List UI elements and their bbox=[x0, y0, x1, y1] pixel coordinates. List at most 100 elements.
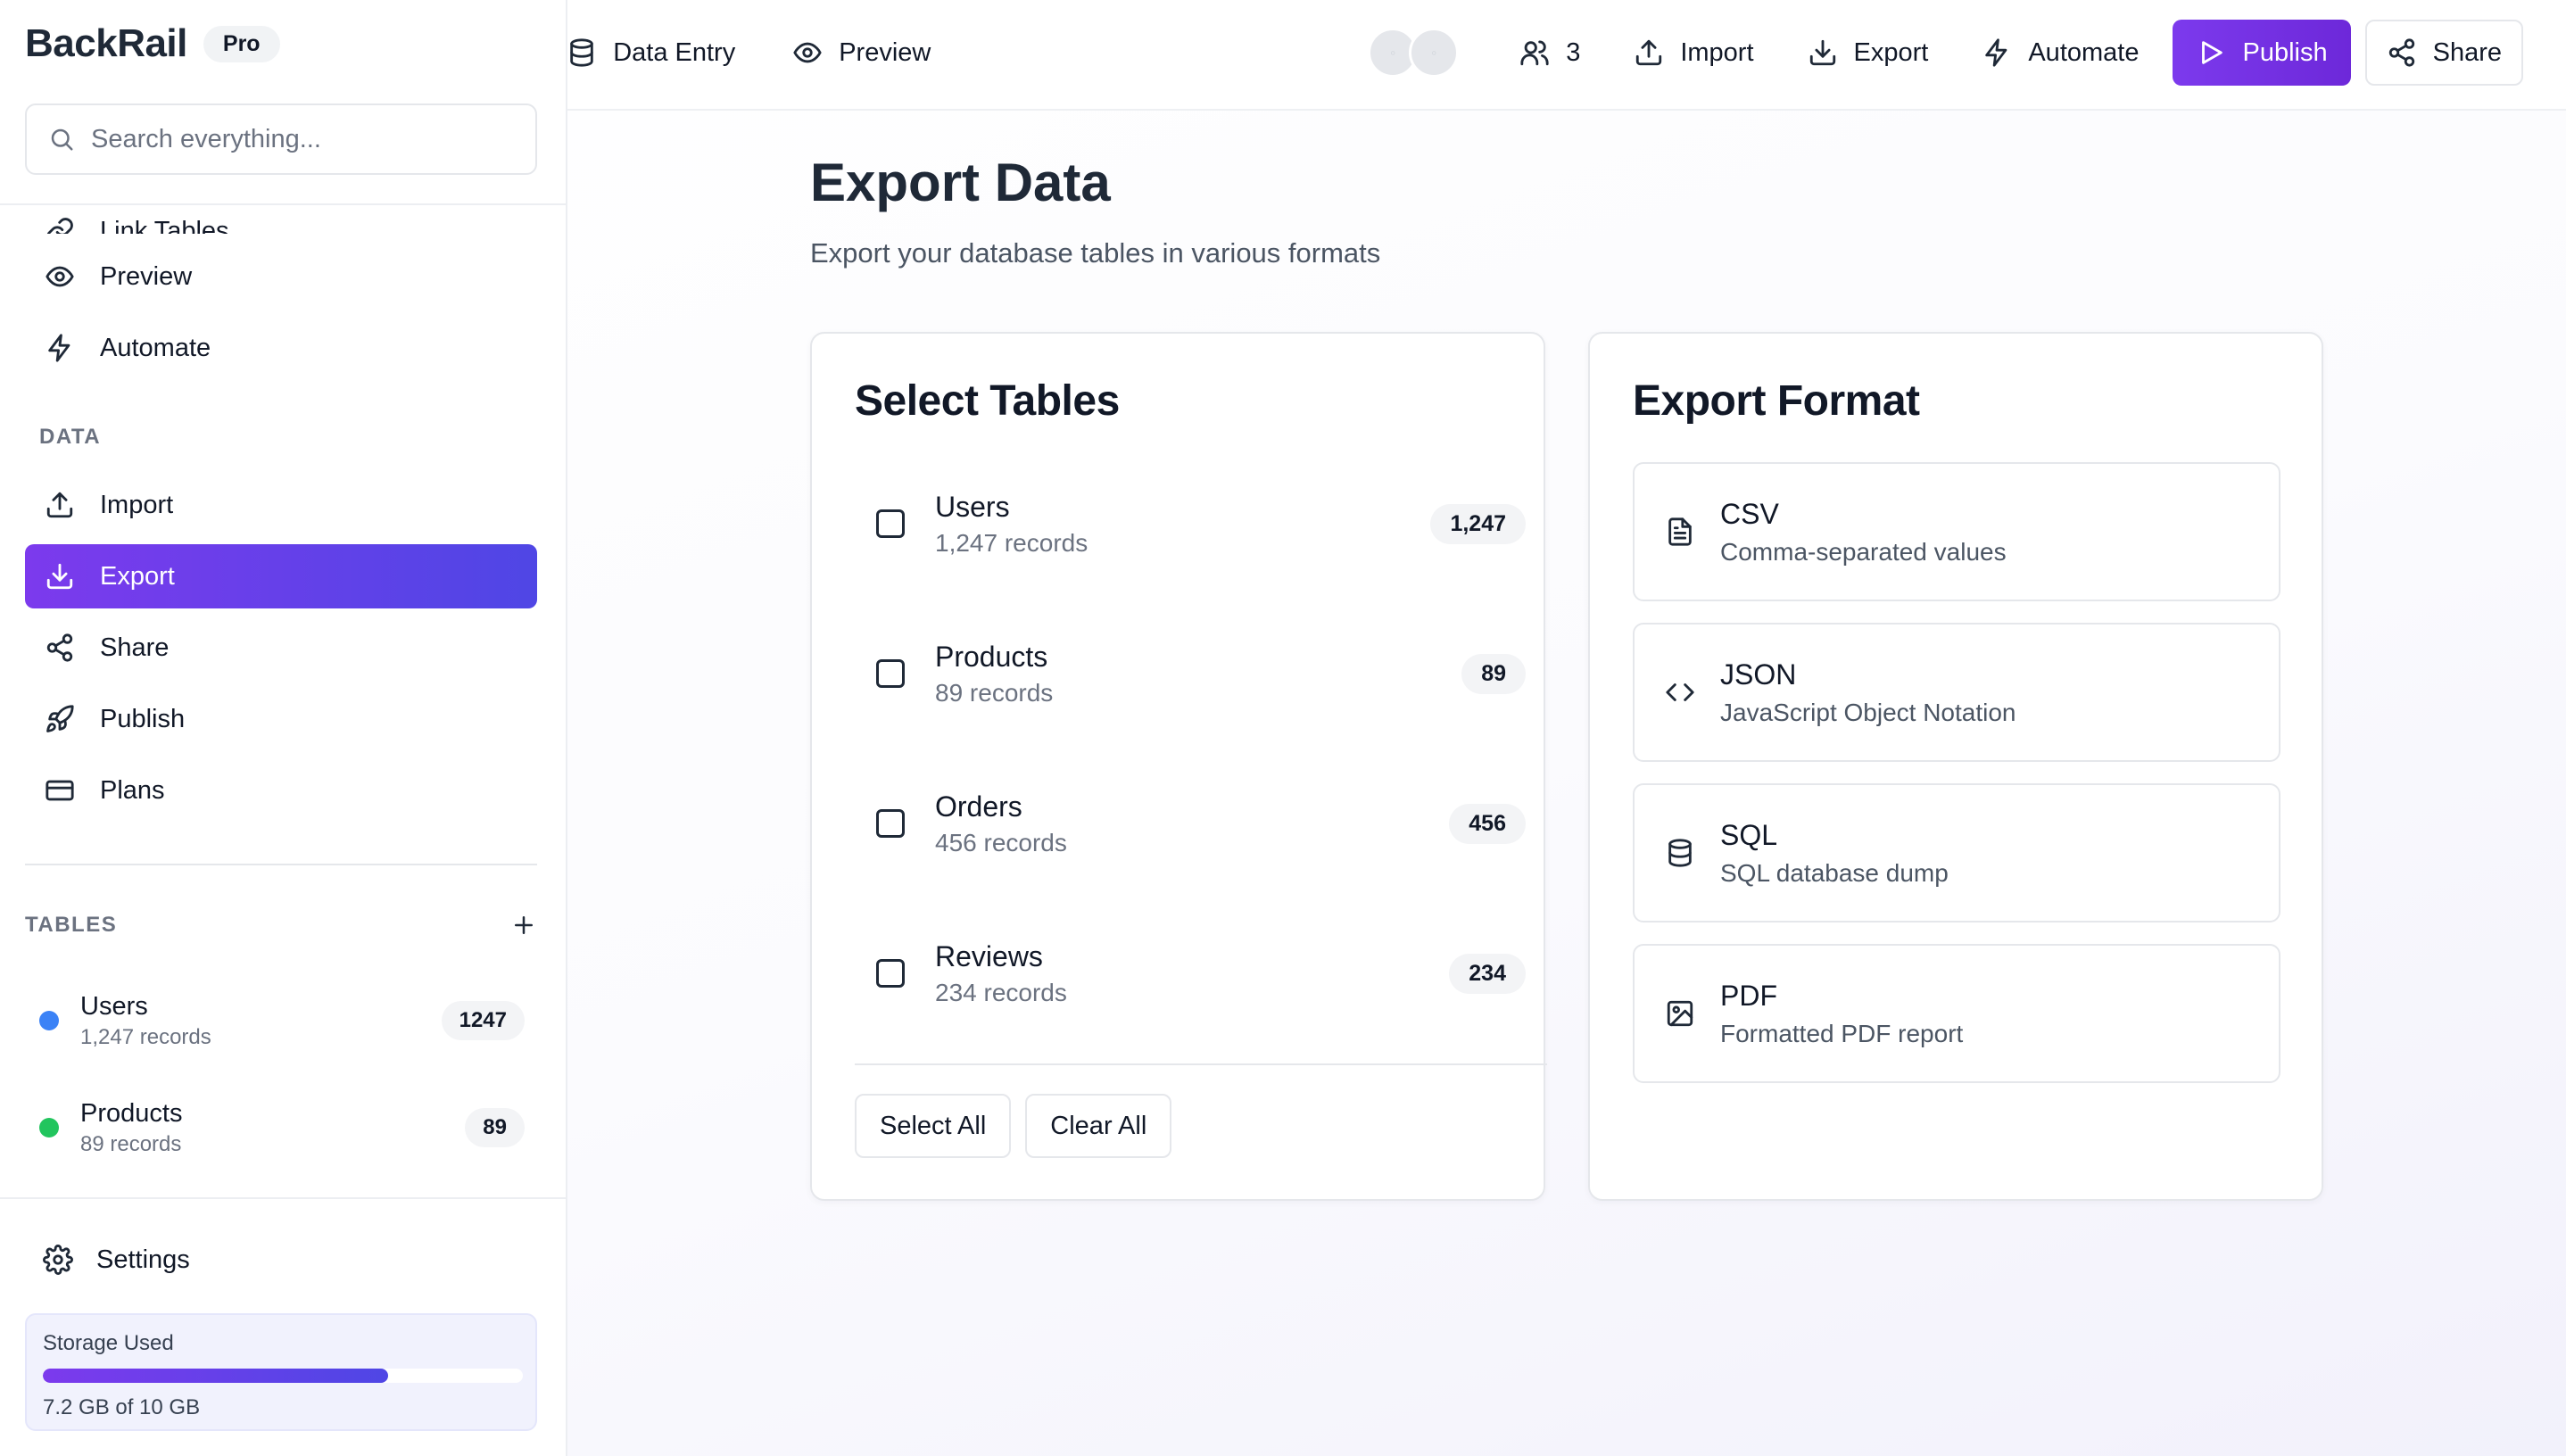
table-option-records: 1,247 records bbox=[935, 528, 1088, 557]
database-icon bbox=[1668, 839, 1692, 867]
automate-button[interactable]: Automate bbox=[1962, 20, 2158, 86]
sidebar-item-label: Share bbox=[100, 633, 170, 662]
storage-bar bbox=[43, 1369, 523, 1383]
collaborator-avatars[interactable]: ◦ ◦ bbox=[1368, 28, 1460, 78]
section-label-data: DATA bbox=[39, 425, 102, 449]
download-icon bbox=[46, 563, 73, 590]
format-description: Formatted PDF report bbox=[1720, 1019, 1964, 1047]
export-format-card: Export Format CSV Comma-separated values… bbox=[1588, 332, 2323, 1201]
table-checkbox[interactable] bbox=[876, 809, 905, 838]
sidebar: BackRail Pro Link Tables Preview Automat… bbox=[0, 0, 567, 1456]
share-icon bbox=[46, 633, 73, 662]
sidebar-item-export[interactable]: Export bbox=[25, 544, 537, 608]
table-option-count: 89 bbox=[1461, 653, 1526, 694]
add-table-button[interactable] bbox=[510, 912, 537, 939]
storage-bar-fill bbox=[43, 1369, 389, 1383]
sidebar-item-share[interactable]: Share bbox=[25, 616, 537, 680]
table-count-badge: 89 bbox=[465, 1108, 525, 1147]
card-title: Export Format bbox=[1633, 377, 1920, 425]
sidebar-table-products[interactable]: Products 89 records 89 bbox=[25, 1083, 537, 1172]
publish-button[interactable]: Publish bbox=[2173, 20, 2351, 86]
card-title: Select Tables bbox=[855, 377, 1120, 425]
plus-icon bbox=[515, 916, 533, 934]
sidebar-table-users[interactable]: Users 1,247 records 1247 bbox=[25, 976, 537, 1065]
table-color-dot bbox=[39, 1118, 59, 1138]
table-records: 89 records bbox=[80, 1131, 182, 1156]
sidebar-item-label: Settings bbox=[96, 1245, 190, 1274]
users-icon bbox=[1520, 40, 1549, 66]
table-name: Products bbox=[80, 1098, 183, 1128]
table-option-users[interactable]: Users 1,247 records 1,247 bbox=[855, 475, 1547, 573]
table-option-count: 1,247 bbox=[1430, 503, 1526, 544]
table-option-count: 234 bbox=[1449, 953, 1526, 994]
table-records: 1,247 records bbox=[80, 1024, 211, 1049]
table-checkbox[interactable] bbox=[876, 659, 905, 688]
sidebar-item-automate[interactable]: Automate bbox=[25, 316, 537, 380]
top-actions: ◦ ◦ 3 Import Export Automate Publish Sha… bbox=[1368, 20, 2523, 86]
storage-title: Storage Used bbox=[43, 1331, 174, 1355]
table-option-name: Orders bbox=[935, 790, 1022, 823]
automate-label: Automate bbox=[2028, 37, 2140, 67]
import-button[interactable]: Import bbox=[1614, 20, 1773, 86]
play-icon bbox=[2202, 41, 2223, 64]
brand[interactable]: BackRail Pro bbox=[25, 21, 280, 66]
export-label: Export bbox=[1853, 37, 1929, 67]
format-name: CSV bbox=[1720, 497, 1779, 530]
eye-icon bbox=[46, 266, 74, 287]
sidebar-item-publish[interactable]: Publish bbox=[25, 687, 537, 751]
page-title: Export Data bbox=[810, 153, 1111, 212]
share-icon bbox=[2388, 38, 2414, 67]
table-option-reviews[interactable]: Reviews 234 records 234 bbox=[855, 924, 1547, 1022]
bolt-icon bbox=[1985, 38, 2007, 67]
sidebar-item-label: Preview bbox=[100, 261, 193, 291]
search-icon bbox=[51, 128, 73, 151]
bolt-icon bbox=[48, 334, 70, 362]
rocket-icon bbox=[46, 705, 74, 732]
format-name: PDF bbox=[1720, 979, 1777, 1012]
upload-icon bbox=[1636, 39, 1662, 66]
table-option-products[interactable]: Products 89 records 89 bbox=[855, 625, 1547, 723]
sidebar-item-import[interactable]: Import bbox=[25, 473, 537, 537]
table-name: Users bbox=[80, 991, 148, 1021]
sidebar-item-settings[interactable]: Settings bbox=[25, 1228, 537, 1292]
sidebar-item-link-tables[interactable]: Link Tables bbox=[25, 207, 537, 234]
share-button[interactable]: Share bbox=[2364, 20, 2523, 86]
format-option-json[interactable]: JSON JavaScript Object Notation bbox=[1633, 623, 2280, 762]
table-option-orders[interactable]: Orders 456 records 456 bbox=[855, 774, 1547, 873]
table-option-records: 89 records bbox=[935, 678, 1054, 707]
share-label: Share bbox=[2432, 37, 2502, 67]
download-icon bbox=[1809, 39, 1835, 66]
table-color-dot bbox=[39, 1011, 59, 1030]
eye-icon bbox=[793, 42, 822, 63]
sidebar-item-plans[interactable]: Plans bbox=[25, 758, 537, 823]
format-description: SQL database dump bbox=[1720, 858, 1949, 887]
table-option-name: Users bbox=[935, 490, 1010, 523]
selection-actions: Select All Clear All bbox=[855, 1094, 1172, 1158]
collaborators-button[interactable]: 3 bbox=[1500, 20, 1600, 86]
code-icon bbox=[1666, 683, 1694, 701]
format-option-pdf[interactable]: PDF Formatted PDF report bbox=[1633, 944, 2280, 1083]
sidebar-item-label: Export bbox=[100, 561, 175, 591]
select-all-button[interactable]: Select All bbox=[855, 1094, 1012, 1158]
sidebar-item-label: Import bbox=[100, 490, 174, 519]
search-input[interactable] bbox=[91, 124, 519, 154]
format-option-csv[interactable]: CSV Comma-separated values bbox=[1633, 462, 2280, 601]
export-button[interactable]: Export bbox=[1788, 20, 1949, 86]
clear-all-button[interactable]: Clear All bbox=[1025, 1094, 1172, 1158]
format-option-sql[interactable]: SQL SQL database dump bbox=[1633, 783, 2280, 922]
format-description: JavaScript Object Notation bbox=[1720, 698, 2016, 726]
table-checkbox[interactable] bbox=[876, 959, 905, 988]
plan-badge: Pro bbox=[203, 25, 280, 62]
collaborators-count: 3 bbox=[1566, 37, 1581, 67]
table-option-records: 456 records bbox=[935, 828, 1067, 856]
sidebar-divider bbox=[25, 864, 537, 865]
search-box[interactable] bbox=[25, 103, 537, 175]
topnav-item-data-entry[interactable]: Data Entry bbox=[567, 37, 735, 68]
table-checkbox[interactable] bbox=[876, 509, 905, 538]
page-subtitle: Export your database tables in various f… bbox=[810, 237, 1381, 269]
topnav-item-preview[interactable]: Preview bbox=[792, 37, 931, 68]
storage-panel: Storage Used 7.2 GB of 10 GB bbox=[25, 1313, 537, 1431]
sidebar-item-preview[interactable]: Preview bbox=[25, 244, 537, 309]
avatar: ◦ bbox=[1409, 28, 1460, 78]
table-option-name: Products bbox=[935, 640, 1048, 673]
